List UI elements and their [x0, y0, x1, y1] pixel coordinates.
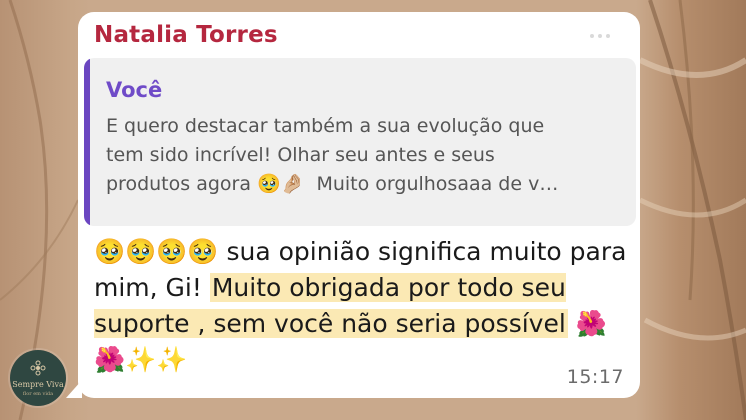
quote-emoji: 🥹🤌🏼 — [257, 173, 305, 195]
quote-text: E quero destacar também a sua evolução q… — [106, 112, 626, 199]
quoted-message[interactable]: Você E quero destacar também a sua evolu… — [84, 58, 636, 226]
sender-name[interactable]: Natalia Torres — [94, 22, 278, 48]
quote-line-3-tail: Muito orgulhosaaa de v… — [316, 173, 559, 195]
brand-tagline: flor em vida — [22, 391, 54, 397]
quote-line-3: produtos agora 🥹🤌🏼 Muito orgulhosaaa de … — [106, 170, 626, 199]
brand-name: Sempre Viva — [12, 380, 64, 389]
brand-logo: Sempre Viva flor em vida — [10, 350, 66, 406]
quote-line-2: tem sido incrível! Olhar seu antes e seu… — [106, 144, 495, 166]
message-options-icon[interactable] — [590, 34, 610, 38]
quote-author: Você — [106, 78, 163, 102]
quote-line-3-text: produtos agora — [106, 173, 251, 195]
quote-accent-bar — [84, 58, 90, 226]
message-timestamp: 15:17 — [566, 366, 624, 388]
message-bubble[interactable]: Natalia Torres Você E quero destacar tam… — [78, 12, 640, 398]
flower-icon — [30, 360, 46, 376]
message-leading-emojis: 🥹🥹🥹🥹 — [94, 237, 219, 266]
message-text: 🥹🥹🥹🥹 sua opinião significa muito para mi… — [94, 234, 634, 378]
quote-line-1: E quero destacar também a sua evolução q… — [106, 115, 545, 137]
